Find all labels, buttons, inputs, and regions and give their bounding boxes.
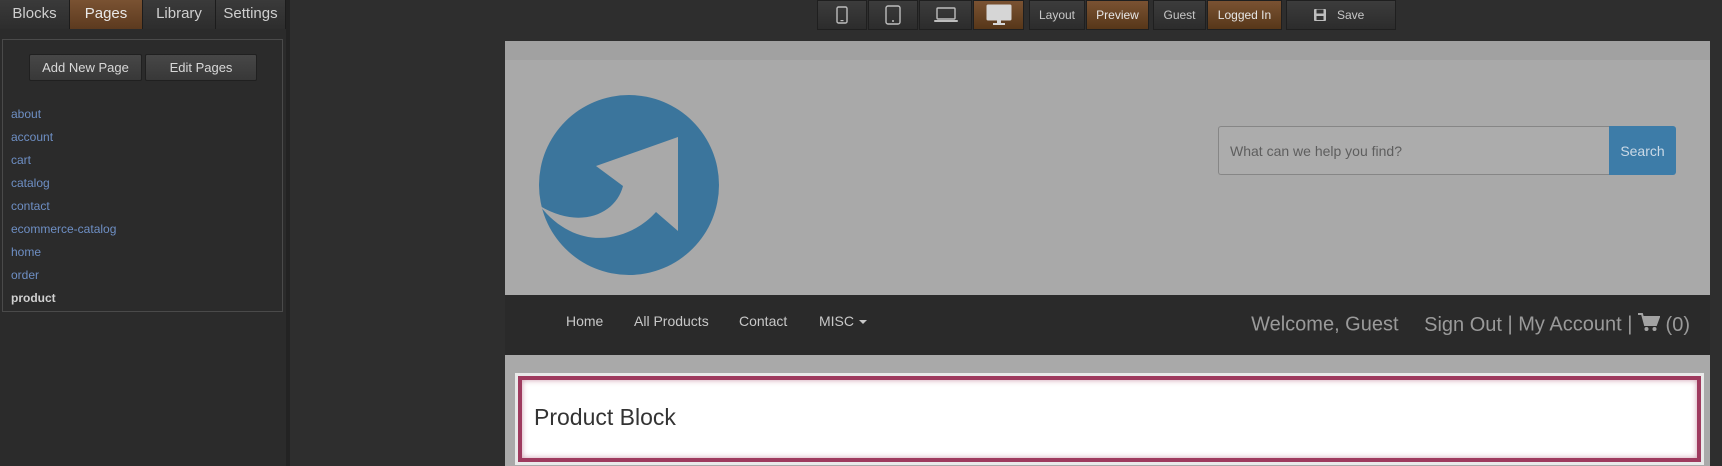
left-tab-bar: Blocks Pages Library Settings (0, 0, 286, 29)
tab-library[interactable]: Library (143, 0, 216, 29)
edit-pages-button[interactable]: Edit Pages (145, 54, 257, 81)
device-phone-button[interactable] (817, 0, 867, 30)
guest-button[interactable]: Guest (1153, 0, 1206, 30)
save-button[interactable]: Save (1286, 0, 1396, 30)
desktop-icon (986, 4, 1011, 25)
device-laptop-button[interactable] (919, 0, 972, 30)
cart-icon (1637, 313, 1661, 331)
canvas-top-strip (505, 41, 1710, 60)
add-new-page-button[interactable]: Add New Page (29, 54, 142, 81)
search-button[interactable]: Search (1609, 126, 1676, 175)
nav-contact[interactable]: Contact (739, 313, 787, 329)
cart-count: (0) (1665, 314, 1690, 337)
preview-canvas: Search Home All Products Contact MISC We… (505, 41, 1710, 466)
welcome-text: Welcome, Guest (1251, 313, 1399, 336)
caret-down-icon (859, 320, 867, 325)
page-link-contact[interactable]: contact (11, 198, 116, 221)
site-logo[interactable] (538, 94, 720, 281)
tab-pages[interactable]: Pages (70, 0, 143, 29)
layout-button[interactable]: Layout (1029, 0, 1085, 30)
sign-out-link[interactable]: Sign Out (1424, 314, 1502, 336)
floppy-disk-icon (1314, 9, 1326, 21)
tab-blocks[interactable]: Blocks (0, 0, 71, 29)
nav-misc-dropdown[interactable]: MISC (819, 313, 867, 329)
page-link-catalog[interactable]: catalog (11, 175, 116, 198)
save-label: Save (1337, 8, 1365, 22)
page-link-product[interactable]: product (11, 290, 116, 313)
left-panel: Blocks Pages Library Settings Add New Pa… (0, 0, 290, 466)
product-block-title: Product Block (534, 404, 676, 430)
page-list: about account cart catalog contact ecomm… (11, 106, 116, 313)
page-link-order[interactable]: order (11, 267, 116, 290)
product-block[interactable]: Product Block (515, 373, 1704, 465)
search-bar: Search (1218, 126, 1676, 175)
page-link-about[interactable]: about (11, 106, 116, 129)
device-tablet-button[interactable] (868, 0, 918, 30)
tab-settings[interactable]: Settings (215, 0, 286, 29)
page-link-account[interactable]: account (11, 129, 116, 152)
nav-separator: | (1627, 313, 1633, 336)
pages-panel: Add New Page Edit Pages about account ca… (2, 39, 283, 312)
account-links: Welcome, Guest Sign Out | My Account | (… (1251, 313, 1690, 337)
device-desktop-button[interactable] (973, 0, 1024, 30)
site-navbar: Home All Products Contact MISC Welcome, … (505, 295, 1710, 355)
cart-link[interactable]: (0) (1637, 313, 1690, 337)
nav-separator: | (1507, 313, 1513, 336)
preview-button[interactable]: Preview (1086, 0, 1149, 30)
phone-icon (836, 6, 848, 24)
page-link-ecommerce-catalog[interactable]: ecommerce-catalog (11, 221, 116, 244)
tablet-icon (885, 5, 901, 25)
logged-in-button[interactable]: Logged In (1207, 0, 1282, 30)
nav-all-products[interactable]: All Products (634, 313, 709, 329)
nav-misc-label: MISC (819, 313, 854, 329)
my-account-link[interactable]: My Account (1518, 314, 1621, 336)
laptop-icon (933, 7, 958, 22)
page-link-cart[interactable]: cart (11, 152, 116, 175)
search-input[interactable] (1218, 126, 1609, 175)
nav-home[interactable]: Home (566, 313, 603, 329)
page-link-home[interactable]: home (11, 244, 116, 267)
logo-arrow-icon (539, 95, 719, 275)
